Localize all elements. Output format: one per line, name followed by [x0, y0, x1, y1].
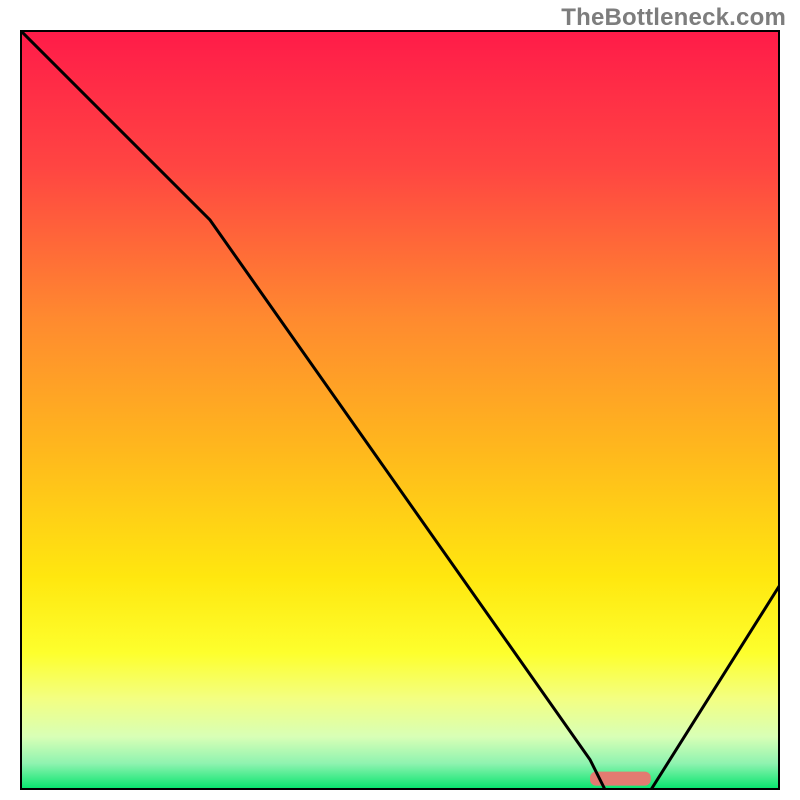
bottleneck-chart: [0, 0, 800, 800]
plot-area: [20, 30, 780, 790]
chart-container: TheBottleneck.com: [0, 0, 800, 800]
